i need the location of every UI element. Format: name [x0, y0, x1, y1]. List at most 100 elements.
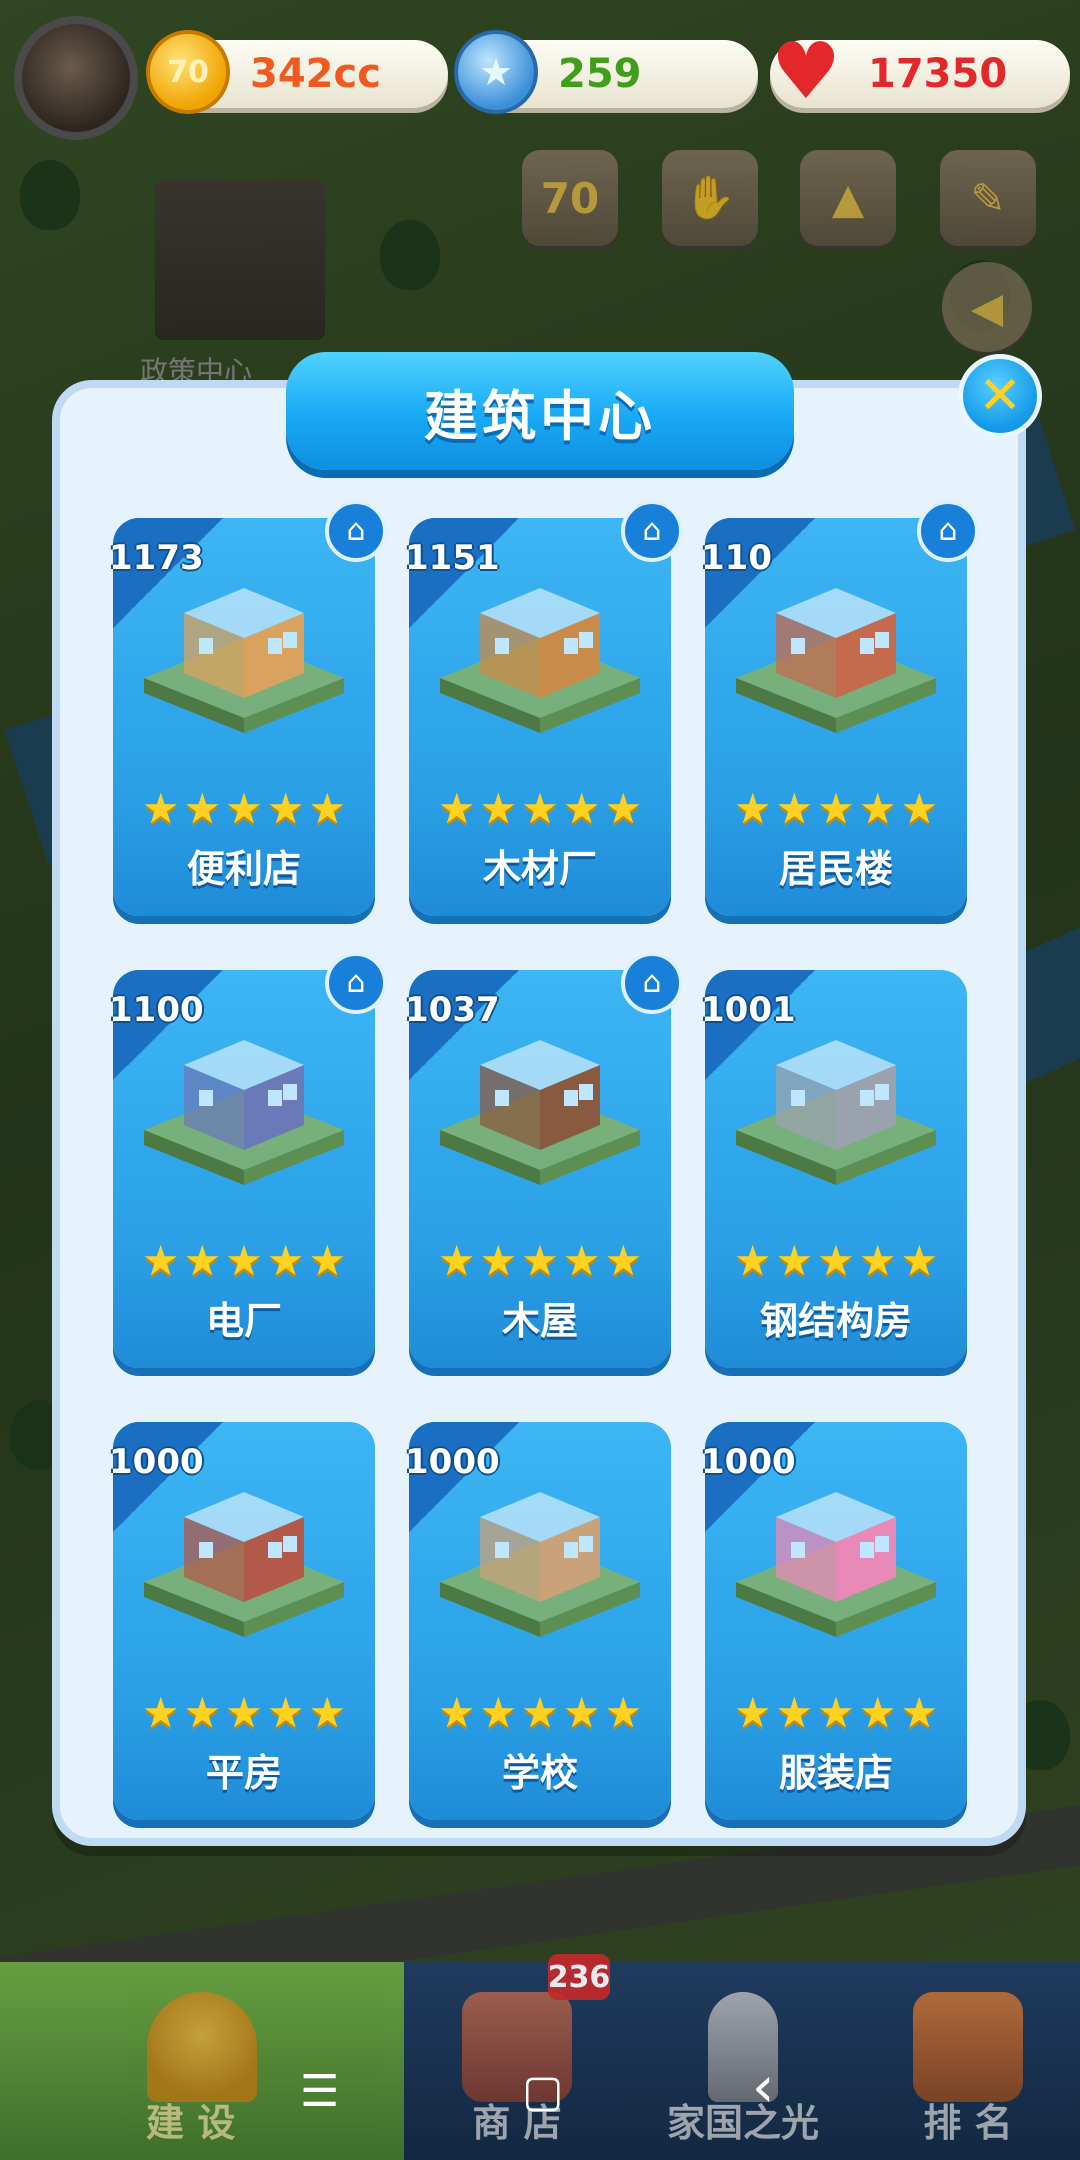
tab-build[interactable]: 建 设: [0, 1962, 404, 2160]
tab-ranking[interactable]: 排 名: [856, 1962, 1080, 2160]
star-icon: ★: [225, 1236, 263, 1285]
heart-counter[interactable]: ♥ 17350: [770, 27, 1070, 117]
building-name: 木屋: [501, 1299, 578, 1343]
star-rating: ★ ★ ★ ★ ★: [113, 788, 375, 830]
star-icon: ★: [308, 784, 347, 833]
building-name: 服装店: [778, 1751, 893, 1795]
home-badge[interactable]: ⌂: [325, 500, 387, 562]
star-icon: ★: [266, 1236, 305, 1285]
clipboard-icon[interactable]: ✎: [940, 150, 1036, 246]
star-icon: ★: [266, 784, 305, 833]
rocket-icon[interactable]: ▲: [800, 150, 896, 246]
building-card[interactable]: 1000 ★ ★ ★ ★ ★ 学校: [405, 1422, 671, 1820]
blue-star-icon: ★: [454, 30, 538, 114]
heart-icon: ♥: [771, 27, 841, 117]
star-icon: ★: [141, 784, 180, 833]
heart-value: 17350: [868, 51, 1008, 97]
house-icon: ⌂: [938, 513, 958, 548]
star-icon: ★: [562, 784, 601, 833]
star-icon: ★: [775, 1236, 814, 1285]
modal-title: 建筑中心: [424, 384, 656, 448]
star-icon: ★: [817, 1688, 855, 1737]
star-icon: ★: [479, 1688, 518, 1737]
building-name: 木材厂: [482, 847, 597, 891]
tab-homeland-light[interactable]: 家国之光: [630, 1962, 856, 2160]
star-rating: ★ ★ ★ ★ ★: [705, 788, 967, 830]
building-name: 居民楼: [778, 847, 893, 891]
star-icon: ★: [733, 1236, 772, 1285]
building-name: 便利店: [186, 847, 301, 891]
building-name: 学校: [501, 1751, 578, 1795]
player-avatar[interactable]: [14, 16, 138, 140]
star-rating: ★ ★ ★ ★ ★: [705, 1692, 967, 1734]
megaphone-icon[interactable]: ◀: [942, 262, 1032, 352]
handshake-icon[interactable]: ✋: [662, 150, 758, 246]
close-icon: ✕: [978, 366, 1022, 426]
podium-icon: [913, 1992, 1023, 2102]
building-illustration: [429, 1020, 651, 1230]
house-icon: ⌂: [642, 965, 662, 1000]
tab-build-label: 建 设: [146, 2101, 236, 2145]
building-name: 电厂: [205, 1299, 282, 1343]
star-icon: ★: [775, 784, 814, 833]
building-card[interactable]: 1000 ★ ★ ★ ★ ★ 平房: [109, 1422, 375, 1820]
coin-value: 342cc: [250, 51, 381, 97]
home-badge[interactable]: ⌂: [325, 952, 387, 1014]
70-anniversary-icon[interactable]: 70: [522, 150, 618, 246]
building-illustration: [133, 1020, 355, 1230]
coin-counter[interactable]: 70 342cc: [146, 30, 448, 114]
building-card[interactable]: 1000 ★ ★ ★ ★ ★ 服装店: [701, 1422, 967, 1820]
tab-ranking-label: 排 名: [923, 2101, 1013, 2145]
coin-70-icon: 70: [146, 30, 230, 114]
building-card[interactable]: 1037 ⌂ ★ ★ ★ ★ ★ 木屋: [405, 952, 683, 1368]
star-icon: ★: [437, 1688, 476, 1737]
building-card[interactable]: 1151 ⌂ ★ ★ ★ ★ ★ 木材厂: [405, 500, 683, 916]
system-menu-button[interactable]: ☰: [300, 2070, 339, 2114]
close-button[interactable]: ✕: [958, 354, 1042, 438]
home-badge[interactable]: ⌂: [621, 952, 683, 1014]
building-illustration: [133, 1472, 355, 1682]
star-rating: ★ ★ ★ ★ ★: [113, 1692, 375, 1734]
tab-homeland-light-label: 家国之光: [666, 2101, 819, 2145]
star-icon: ★: [266, 1688, 305, 1737]
system-home-button[interactable]: ▢: [522, 2070, 564, 2114]
star-rating: ★ ★ ★ ★ ★: [409, 1240, 671, 1282]
house-icon: ⌂: [346, 513, 366, 548]
star-icon: ★: [308, 1236, 347, 1285]
star-icon: ★: [817, 784, 855, 833]
star-icon: ★: [521, 1688, 559, 1737]
star-rating: ★ ★ ★ ★ ★: [409, 788, 671, 830]
building-card[interactable]: 1173 ⌂ ★ ★ ★ ★ ★ 便利店: [109, 500, 387, 916]
building-card[interactable]: 1100 ⌂ ★ ★ ★ ★ ★ 电厂: [109, 952, 387, 1368]
tab-shop-label: 商 店: [472, 2101, 562, 2145]
star-icon: ★: [604, 784, 643, 833]
star-icon: ★: [183, 1688, 222, 1737]
star-icon: ★: [858, 1236, 897, 1285]
house-icon: ⌂: [346, 965, 366, 1000]
system-back-button[interactable]: ‹: [752, 2060, 774, 2116]
building-illustration: [725, 1020, 947, 1230]
star-rating: ★ ★ ★ ★ ★: [705, 1240, 967, 1282]
building-name: 平房: [205, 1751, 282, 1795]
star-icon: ★: [183, 1236, 222, 1285]
building-illustration: [133, 568, 355, 778]
star-icon: ★: [437, 784, 476, 833]
star-icon: ★: [183, 784, 222, 833]
building-card[interactable]: 1001 ★ ★ ★ ★ ★ 钢结构房: [701, 970, 967, 1368]
home-badge[interactable]: ⌂: [621, 500, 683, 562]
house-icon: ⌂: [642, 513, 662, 548]
star-rating: ★ ★ ★ ★ ★: [409, 1692, 671, 1734]
building-card[interactable]: 110 ⌂ ★ ★ ★ ★ ★ 居民楼: [701, 500, 979, 916]
star-icon: ★: [733, 1688, 772, 1737]
star-counter[interactable]: ★ 259: [454, 30, 758, 114]
star-icon: ★: [141, 1236, 180, 1285]
star-icon: ★: [225, 784, 263, 833]
star-icon: ★: [817, 1236, 855, 1285]
star-icon: ★: [479, 784, 518, 833]
home-badge[interactable]: ⌂: [917, 500, 979, 562]
building-illustration: [429, 1472, 651, 1682]
star-icon: ★: [479, 1236, 518, 1285]
star-rating: ★ ★ ★ ★ ★: [113, 1240, 375, 1282]
shop-badge: 236: [548, 1954, 610, 2000]
star-icon: ★: [775, 1688, 814, 1737]
